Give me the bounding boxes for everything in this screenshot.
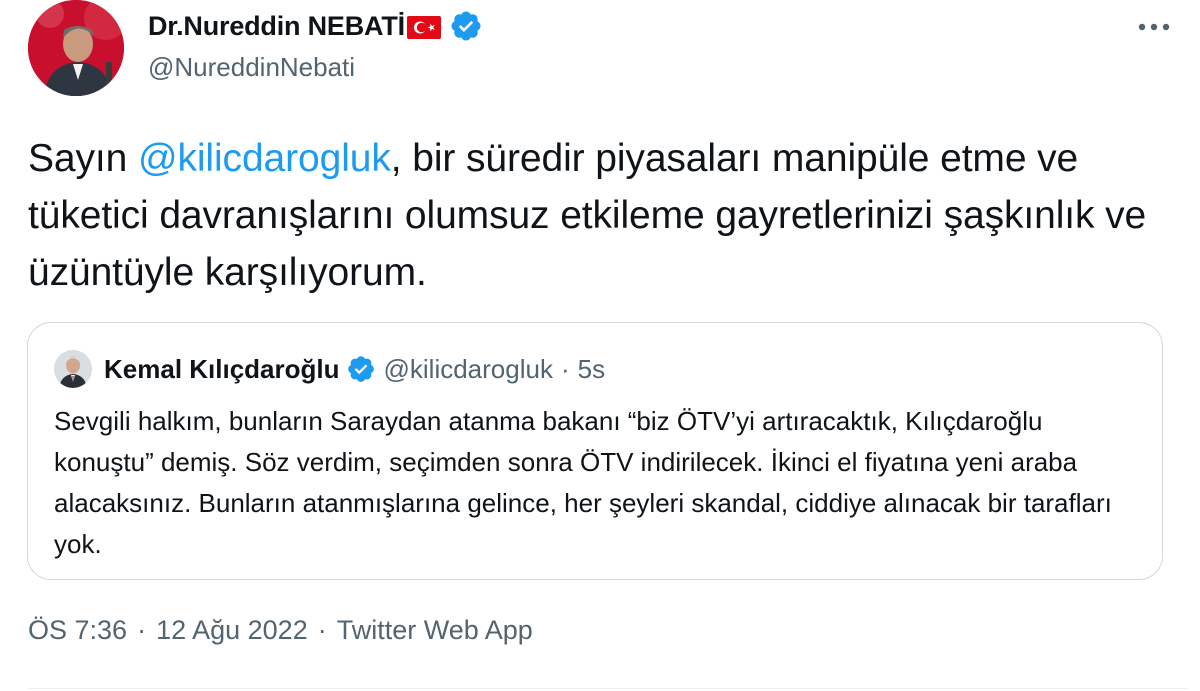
separator-dot: · <box>560 353 570 384</box>
tweet-metadata: ÖS 7:36 · 12 Ağu 2022 · Twitter Web App <box>28 615 533 646</box>
quoted-author-name[interactable]: Kemal Kılıçdaroğlu <box>104 354 340 385</box>
tweet-header: Dr.Nureddin NEBATİ @NureddinNebati <box>28 0 1188 110</box>
turkey-flag-icon <box>406 15 441 39</box>
tweet-text: Sayın @kilicdarogluk, bir süredir piyasa… <box>28 130 1178 301</box>
tweet-time[interactable]: ÖS 7:36 <box>28 615 127 646</box>
more-options-button[interactable] <box>1132 10 1176 46</box>
tweet-text-prefix: Sayın <box>28 137 138 180</box>
quoted-author-handle[interactable]: @kilicdarogluk <box>384 354 553 385</box>
more-options-icon <box>1137 19 1171 37</box>
author-avatar[interactable] <box>28 0 124 96</box>
author-name-row[interactable]: Dr.Nureddin NEBATİ <box>148 8 483 44</box>
separator-dot: · <box>317 615 327 645</box>
separator-dot: · <box>137 615 147 645</box>
author-handle[interactable]: @NureddinNebati <box>148 52 355 83</box>
quoted-author-avatar[interactable] <box>54 350 92 388</box>
quoted-tweet-card[interactable]: Kemal Kılıçdaroğlu @kilicdarogluk · 5s S… <box>27 322 1163 580</box>
author-display-name[interactable]: Dr.Nureddin NEBATİ <box>148 11 405 42</box>
quoted-tweet-text: Sevgili halkım, bunların Saraydan atanma… <box>54 406 1112 559</box>
mention-link[interactable]: @kilicdarogluk <box>138 137 391 180</box>
verified-badge-icon <box>449 9 483 43</box>
divider <box>28 688 1188 689</box>
tweet-source-link[interactable]: Twitter Web App <box>337 615 533 646</box>
tweet-date[interactable]: 12 Ağu 2022 <box>156 615 308 646</box>
verified-badge-icon <box>346 354 376 384</box>
quoted-tweet-time[interactable]: 5s <box>578 354 605 385</box>
quoted-tweet-header: Kemal Kılıçdaroğlu @kilicdarogluk · 5s <box>54 349 605 389</box>
